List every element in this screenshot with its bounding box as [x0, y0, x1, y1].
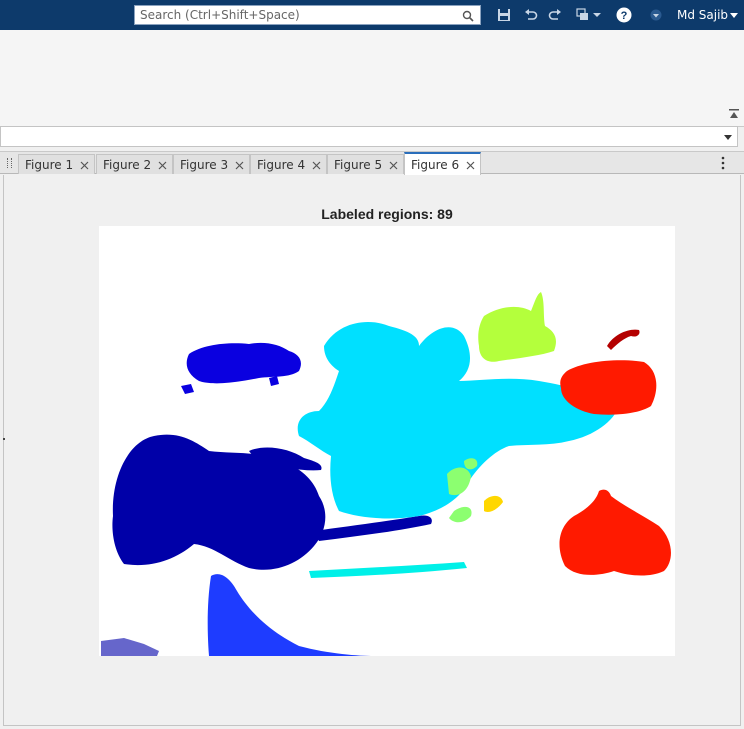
close-icon[interactable] [312, 161, 321, 170]
close-icon[interactable] [158, 161, 167, 170]
chevron-down-icon[interactable] [593, 11, 601, 19]
undo-icon[interactable] [524, 8, 538, 22]
chevron-down-icon[interactable] [724, 135, 732, 140]
close-icon[interactable] [466, 161, 475, 170]
search-icon [462, 10, 474, 22]
save-icon[interactable] [497, 8, 511, 22]
user-name[interactable]: Md Sajib [677, 8, 728, 22]
address-bar[interactable] [0, 126, 738, 147]
help-icon[interactable]: ? [616, 7, 632, 23]
figure-tab-strip: Figure 1 Figure 2 Figure 3 Figure 4 Figu… [0, 151, 744, 175]
drag-grip-icon[interactable] [7, 158, 12, 168]
tab-label: Figure 2 [103, 158, 152, 172]
labeled-regions-image [99, 226, 675, 656]
redo-icon[interactable] [548, 8, 562, 22]
search-input[interactable]: Search (Ctrl+Shift+Space) [134, 5, 481, 25]
close-icon[interactable] [235, 161, 244, 170]
dropdown-icon[interactable] [650, 9, 662, 21]
top-bar: Search (Ctrl+Shift+Space) ? Md Sajib [0, 0, 744, 30]
figure-title: Labeled regions: 89 [321, 206, 453, 222]
panel-edge-marker [3, 438, 5, 440]
tab-label: Figure 3 [180, 158, 229, 172]
window-switch-icon[interactable] [576, 8, 590, 22]
user-menu-caret-icon[interactable] [730, 13, 738, 18]
tab-figure-6[interactable]: Figure 6 [404, 152, 481, 175]
tab-figure-4[interactable]: Figure 4 [250, 154, 327, 174]
tab-label: Figure 5 [334, 158, 383, 172]
collapse-toolstrip-icon[interactable] [728, 108, 740, 120]
svg-text:?: ? [621, 10, 628, 22]
search-placeholder: Search (Ctrl+Shift+Space) [140, 8, 300, 22]
toolstrip [0, 30, 744, 127]
tab-label: Figure 6 [411, 158, 460, 172]
tab-label: Figure 4 [257, 158, 306, 172]
tab-figure-5[interactable]: Figure 5 [327, 154, 404, 174]
close-icon[interactable] [389, 161, 398, 170]
tab-figure-2[interactable]: Figure 2 [96, 154, 173, 174]
tab-label: Figure 1 [25, 158, 74, 172]
region-red-upper [560, 360, 657, 415]
tab-figure-1[interactable]: Figure 1 [18, 154, 95, 174]
tab-figure-3[interactable]: Figure 3 [173, 154, 250, 174]
more-options-icon[interactable] [721, 156, 725, 170]
close-icon[interactable] [80, 161, 89, 170]
